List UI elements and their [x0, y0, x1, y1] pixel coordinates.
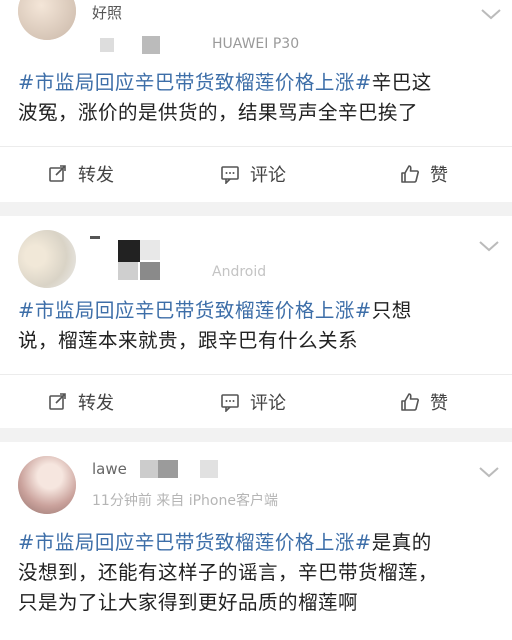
like-label: 赞	[430, 165, 448, 186]
repost-button[interactable]: 转发	[48, 375, 114, 429]
post-actions: 转发 评论 赞	[0, 146, 512, 200]
post-source: HUAWEI P30	[212, 36, 300, 52]
comment-icon	[221, 166, 239, 184]
repost-icon	[49, 165, 66, 182]
post-1: 好照 HUAWEI P30 #市监局回应辛巴带货致榴莲价格上涨#辛巴这 波冤，涨…	[0, 0, 512, 202]
blurred-name	[118, 262, 138, 280]
post-2: Android #市监局回应辛巴带货致榴莲价格上涨#只想 说，榴莲本来就贵，跟辛…	[0, 216, 512, 428]
like-button[interactable]: 赞	[400, 375, 448, 429]
blurred-name	[142, 36, 160, 54]
repost-icon	[49, 393, 66, 410]
repost-label: 转发	[78, 393, 114, 414]
post-text: #市监局回应辛巴带货致榴莲价格上涨#只想 说，榴莲本来就贵，跟辛巴有什么关系	[18, 299, 412, 352]
blurred-name	[90, 236, 100, 239]
like-button[interactable]: 赞	[400, 147, 448, 201]
chevron-down-icon[interactable]	[480, 6, 502, 20]
hashtag-link[interactable]: #市监局回应辛巴带货致榴莲价格上涨#	[18, 71, 372, 94]
blurred-name	[140, 262, 160, 280]
blurred-name	[140, 240, 160, 260]
post-actions: 转发 评论 赞	[0, 374, 512, 428]
chevron-down-icon[interactable]	[478, 464, 500, 478]
blurred-name	[200, 460, 218, 478]
username[interactable]: 好照	[92, 2, 122, 23]
comment-button[interactable]: 评论	[220, 375, 286, 429]
comment-label: 评论	[250, 393, 286, 414]
thumbs-up-icon	[401, 165, 419, 183]
blurred-name	[118, 240, 140, 262]
post-separator	[0, 202, 512, 216]
post-source: Android	[212, 264, 267, 280]
thumbs-up-icon	[401, 393, 419, 411]
comment-icon	[221, 394, 239, 412]
repost-label: 转发	[78, 165, 114, 186]
post-text: #市监局回应辛巴带货致榴莲价格上涨#辛巴这 波冤，涨价的是供货的，结果骂声全辛巴…	[18, 71, 432, 124]
hashtag-link[interactable]: #市监局回应辛巴带货致榴莲价格上涨#	[18, 299, 372, 322]
blurred-name	[100, 38, 114, 52]
like-label: 赞	[430, 393, 448, 414]
avatar[interactable]	[18, 230, 76, 288]
post-text: #市监局回应辛巴带货致榴莲价格上涨#是真的 没想到，还能有这样子的谣言，辛巴带货…	[18, 531, 439, 614]
blurred-name	[158, 460, 178, 478]
blurred-name	[140, 460, 158, 478]
avatar[interactable]	[18, 0, 76, 40]
post-separator	[0, 428, 512, 442]
hashtag-link[interactable]: #市监局回应辛巴带货致榴莲价格上涨#	[18, 531, 372, 554]
comment-button[interactable]: 评论	[220, 147, 286, 201]
chevron-down-icon[interactable]	[478, 238, 500, 252]
post-3: lawe 11分钟前 来自 iPhone客户端 #市监局回应辛巴带货致榴莲价格上…	[0, 442, 512, 640]
comment-label: 评论	[250, 165, 286, 186]
post-time-source: 11分钟前 来自 iPhone客户端	[92, 493, 278, 509]
avatar[interactable]	[18, 456, 76, 514]
username[interactable]: lawe	[92, 460, 127, 478]
repost-button[interactable]: 转发	[48, 147, 114, 201]
